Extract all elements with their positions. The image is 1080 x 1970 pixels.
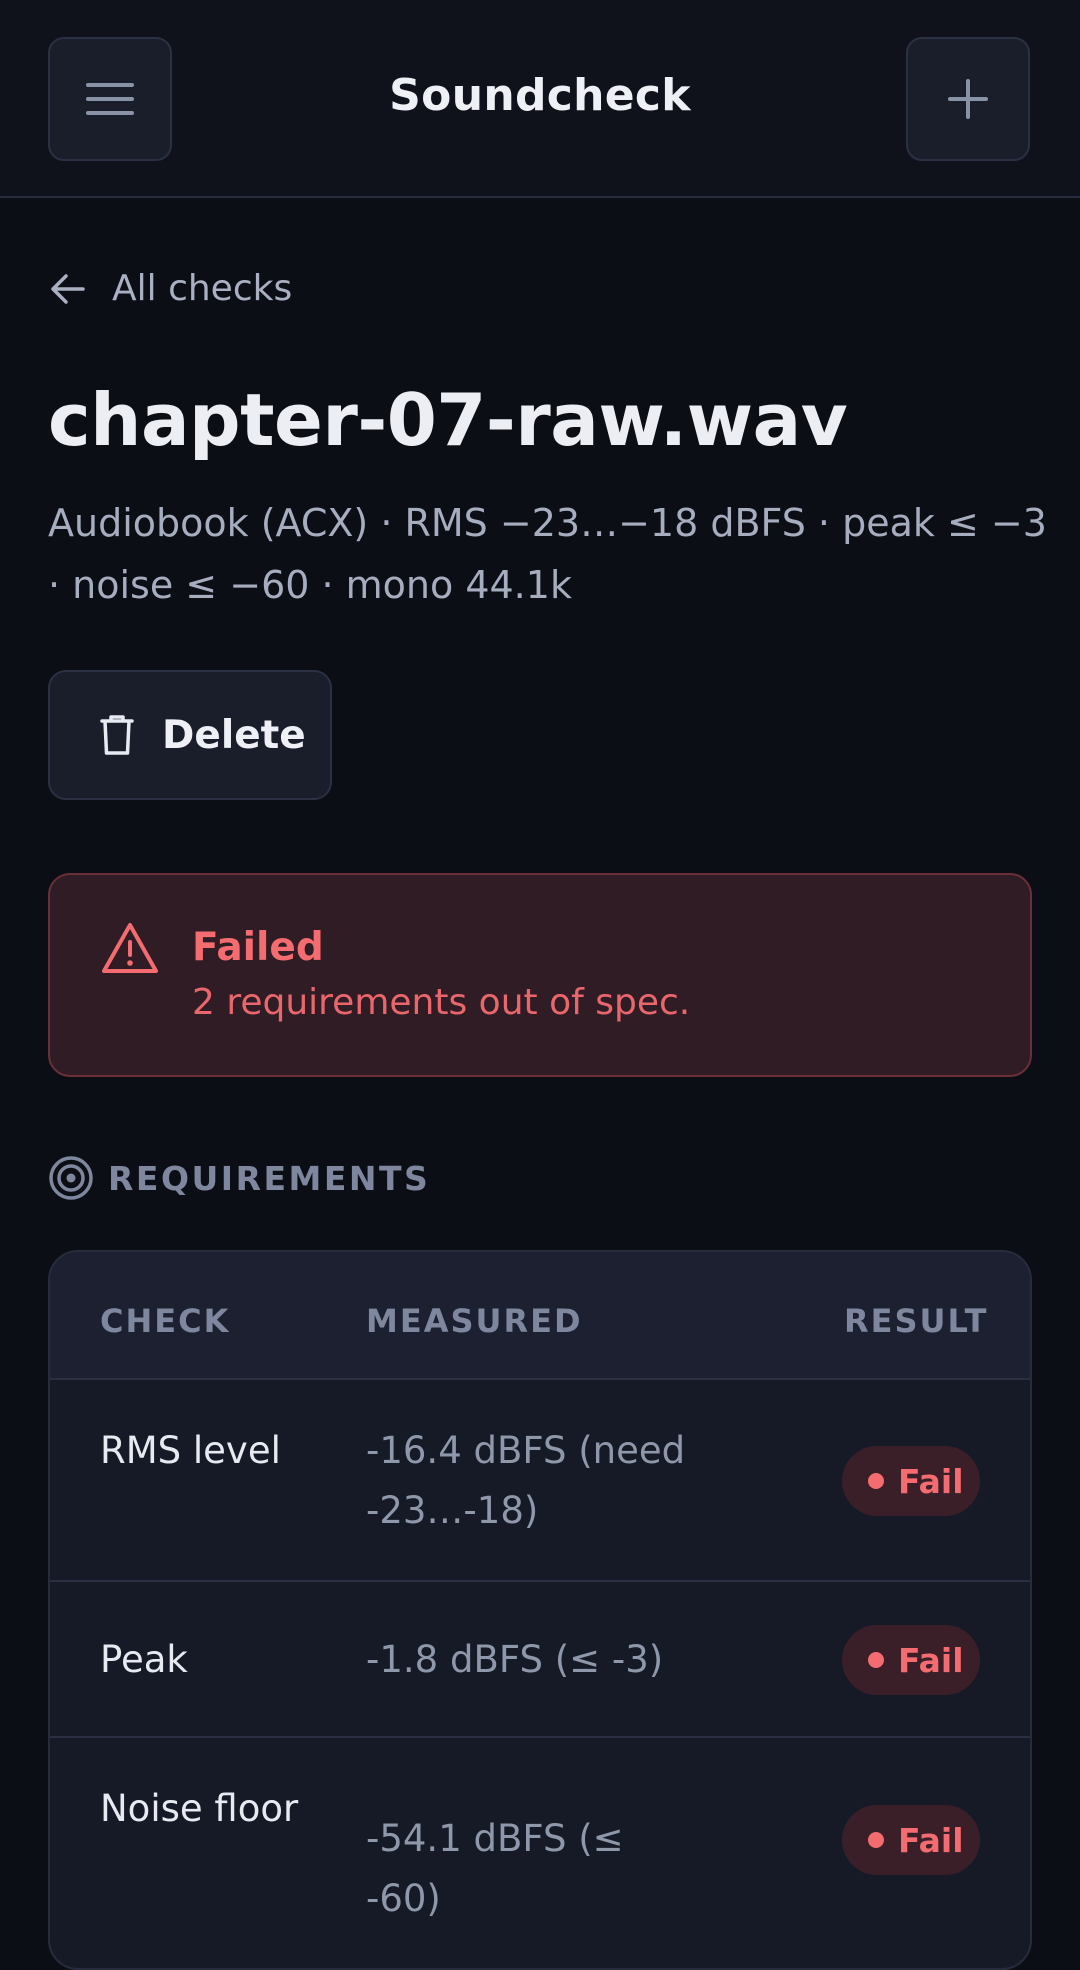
status-badge-label: Fail <box>898 1640 964 1680</box>
column-header-measured: MEASURED <box>366 1302 583 1340</box>
top-app-bar: Soundcheck <box>0 0 1080 198</box>
table-header: CHECK MEASURED RESULT <box>50 1252 1030 1380</box>
column-header-result: RESULT <box>844 1302 989 1340</box>
table-row: RMS level -16.4 dBFS (need -23…-18) Fail <box>50 1380 1030 1582</box>
status-alert: Failed 2 requirements out of spec. <box>48 873 1032 1077</box>
arrow-left-icon <box>51 273 85 304</box>
alert-message: 2 requirements out of spec. <box>192 982 691 1023</box>
status-dot-icon <box>868 1473 884 1489</box>
row-check-name: RMS level <box>100 1429 281 1472</box>
file-spec-summary: Audiobook (ACX) · RMS −23…−18 dBFS · pea… <box>48 501 1047 607</box>
delete-button[interactable]: Delete <box>48 670 332 800</box>
status-badge: Fail <box>842 1805 980 1875</box>
status-badge-label: Fail <box>898 1461 964 1501</box>
target-icon <box>49 1156 93 1200</box>
table-row: Noise floor -54.1 dBFS (≤ -60) Fail <box>50 1738 1030 1968</box>
column-header-check: CHECK <box>100 1302 231 1340</box>
row-check-name: Peak <box>100 1638 188 1681</box>
status-badge-label: Fail <box>898 1820 964 1860</box>
row-measured-value: -54.1 dBFS (≤ -60) <box>366 1817 624 1920</box>
status-badge: Fail <box>842 1625 980 1695</box>
requirements-heading-label: REQUIREMENTS <box>108 1158 431 1198</box>
back-link[interactable]: All checks <box>50 268 292 309</box>
warning-triangle-icon <box>102 923 158 973</box>
requirements-heading: REQUIREMENTS <box>48 1155 430 1201</box>
alert-title: Failed <box>192 925 324 970</box>
trash-icon <box>100 715 134 755</box>
requirements-table: CHECK MEASURED RESULT RMS level -16.4 dB… <box>48 1250 1032 1970</box>
back-link-label: All checks <box>112 268 293 309</box>
row-measured-value: -1.8 dBFS (≤ -3) <box>366 1638 664 1681</box>
page-title: chapter-07-raw.wav <box>48 378 848 462</box>
delete-button-label: Delete <box>162 712 306 758</box>
status-badge: Fail <box>842 1446 980 1516</box>
status-dot-icon <box>868 1832 884 1848</box>
table-row: Peak -1.8 dBFS (≤ -3) Fail <box>50 1582 1030 1738</box>
add-button[interactable] <box>906 37 1030 161</box>
row-check-name: Noise floor <box>100 1787 299 1830</box>
status-dot-icon <box>868 1652 884 1668</box>
plus-icon <box>948 79 988 119</box>
row-measured-value: -16.4 dBFS (need -23…-18) <box>366 1429 686 1532</box>
